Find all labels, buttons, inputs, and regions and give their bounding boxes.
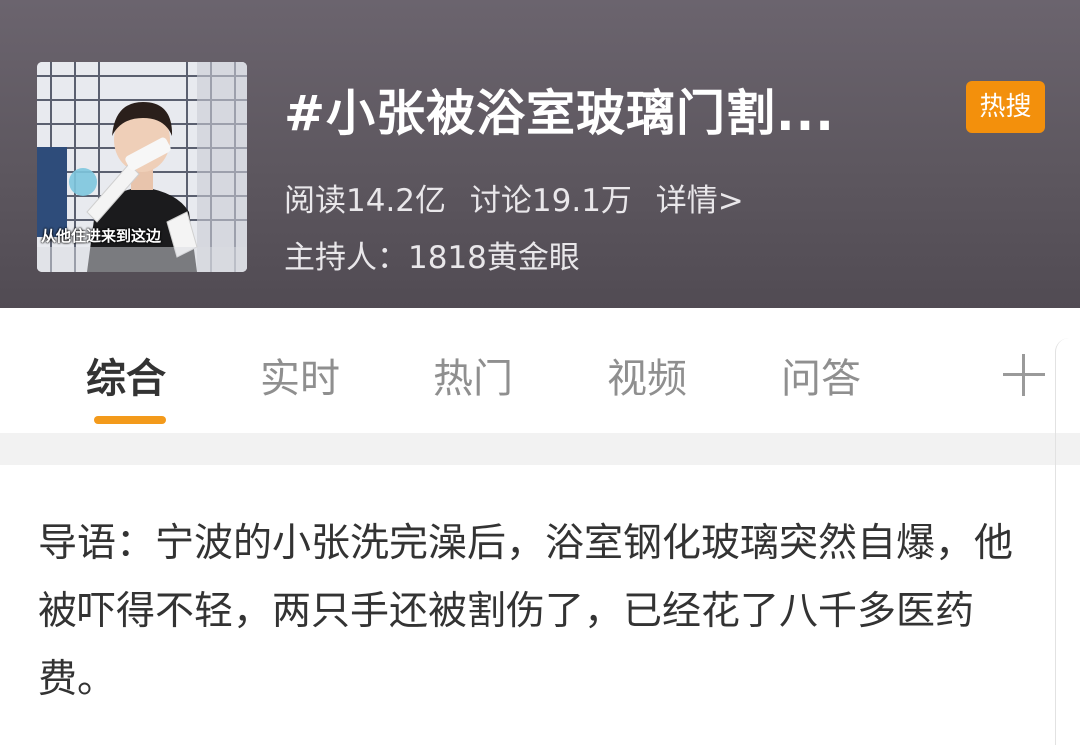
- active-tab-indicator: [94, 416, 166, 424]
- topic-title: #小张被浴室玻璃门割...: [284, 85, 835, 142]
- topic-host[interactable]: 主持人：1818黄金眼: [284, 232, 580, 277]
- topic-thumbnail[interactable]: 从他住进来到这边: [37, 62, 247, 272]
- topic-header: 从他住进来到这边 #小张被浴室玻璃门割... 热搜 阅读14.2亿 讨论19.1…: [0, 0, 1080, 308]
- lead-text: 导语：宁波的小张洗完澡后，浴室钢化玻璃突然自爆，他被吓得不轻，两只手还被割伤了，…: [38, 521, 1014, 702]
- tab-comprehensive[interactable]: 综合: [86, 346, 166, 404]
- plus-icon[interactable]: [1003, 354, 1045, 396]
- tab-realtime[interactable]: 实时: [260, 346, 340, 404]
- hot-search-badge[interactable]: 热搜: [966, 81, 1045, 133]
- side-panel-edge: [1055, 338, 1080, 745]
- tab-video[interactable]: 视频: [607, 346, 687, 404]
- tab-bar: 综合 实时 热门 视频 问答: [0, 308, 1080, 433]
- read-count: 阅读14.2亿: [284, 183, 447, 219]
- tab-qa[interactable]: 问答: [781, 346, 861, 404]
- discussion-count: 讨论19.1万: [469, 183, 632, 219]
- details-link[interactable]: 详情>: [656, 183, 744, 219]
- lead-card: 导语：宁波的小张洗完澡后，浴室钢化玻璃突然自爆，他被吓得不轻，两只手还被割伤了，…: [0, 465, 1080, 745]
- thumbnail-caption: 从他住进来到这边: [41, 227, 162, 245]
- topic-stats: 阅读14.2亿 讨论19.1万 详情>: [284, 175, 758, 220]
- tab-hot[interactable]: 热门: [433, 346, 513, 404]
